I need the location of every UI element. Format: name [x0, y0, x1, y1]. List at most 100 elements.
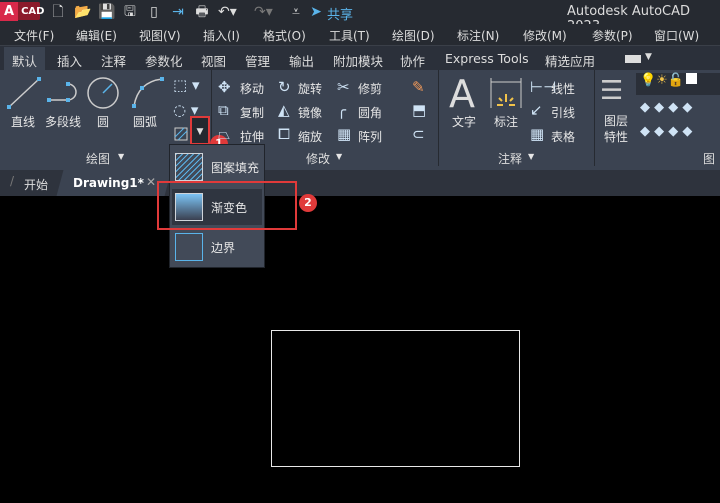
- divider: /: [10, 174, 15, 188]
- logo-sub: CAD: [21, 5, 45, 17]
- tool-fillet[interactable]: 圆角: [358, 104, 382, 121]
- leader-icon: ↙: [530, 101, 543, 119]
- menu-format[interactable]: 格式(O): [263, 27, 306, 44]
- print-icon[interactable]: 🖶: [194, 4, 210, 20]
- tool-line[interactable]: 直线: [11, 113, 35, 130]
- tab-express-tools[interactable]: Express Tools: [445, 51, 529, 66]
- open-folder-icon[interactable]: 📂: [74, 4, 91, 20]
- tool-copy[interactable]: 复制: [240, 104, 264, 121]
- menu-modify[interactable]: 修改(M): [523, 27, 567, 44]
- open-sheet-icon[interactable]: ▯: [146, 4, 162, 20]
- offset-icon[interactable]: ⊂: [412, 125, 425, 143]
- lightbulb-icon: 💡☀🔓: [640, 73, 685, 88]
- tool-dimension[interactable]: 标注: [494, 113, 518, 130]
- tool-layer-properties[interactable]: 图层特性: [604, 113, 630, 145]
- layer-dropdown[interactable]: 💡☀🔓: [636, 73, 720, 95]
- app-logo[interactable]: A CAD: [0, 1, 44, 21]
- tool-scale[interactable]: 缩放: [298, 128, 322, 145]
- menu-edit[interactable]: 编辑(E): [76, 27, 117, 44]
- color-swatch: [686, 73, 698, 84]
- tab-drawing1[interactable]: Drawing1*: [73, 176, 144, 190]
- tab-view[interactable]: 视图: [201, 51, 226, 70]
- tool-rotate[interactable]: 旋转: [298, 80, 322, 97]
- ribbon-minimize-button[interactable]: [625, 55, 641, 63]
- fillet-icon: ╭: [337, 101, 347, 119]
- line-icon: [7, 77, 41, 109]
- boundary-icon: [175, 233, 203, 261]
- panel-label-draw[interactable]: 绘图: [86, 150, 110, 167]
- layer-tools-icon[interactable]: ◆ ◆ ◆ ◆: [640, 100, 692, 115]
- tab-default[interactable]: 默认: [4, 47, 46, 70]
- tab-parametric[interactable]: 参数化: [145, 51, 183, 70]
- tab-manage[interactable]: 管理: [245, 51, 270, 70]
- highlight-box: [157, 181, 297, 230]
- save-as-icon[interactable]: 🖫: [122, 4, 138, 20]
- tool-polyline[interactable]: 多段线: [45, 113, 81, 130]
- tool-trim[interactable]: 修剪: [358, 80, 382, 97]
- tab-start[interactable]: 开始: [24, 176, 48, 193]
- save-icon[interactable]: 💾: [98, 4, 115, 20]
- tool-text[interactable]: 文字: [452, 113, 476, 130]
- menu-view[interactable]: 视图(V): [139, 27, 181, 44]
- tool-move[interactable]: 移动: [240, 80, 264, 97]
- title-bar: A CAD 🗋 📂 💾 🖫 ▯ ⇥ 🖶 ↶▾ ↷▾ ⩡ ➤ 共享 Autodesk…: [0, 0, 720, 34]
- tool-circle[interactable]: 圆: [97, 113, 109, 130]
- chevron-down-icon[interactable]: ▼: [528, 152, 534, 161]
- menu-tools[interactable]: 工具(T): [329, 27, 370, 44]
- import-icon[interactable]: ⇥: [170, 4, 186, 20]
- hatch-pattern-icon: [175, 153, 203, 181]
- close-icon[interactable]: ✕: [146, 175, 156, 189]
- tab-collaborate[interactable]: 协作: [400, 51, 425, 70]
- panel-label-annotation[interactable]: 注释: [498, 150, 522, 167]
- tool-stretch[interactable]: 拉伸: [240, 128, 264, 145]
- menu-file[interactable]: 文件(F): [14, 27, 54, 44]
- menu-draw[interactable]: 绘图(D): [392, 27, 435, 44]
- rotate-icon: ↻: [278, 78, 291, 96]
- menu-item-boundary[interactable]: 边界: [172, 229, 262, 265]
- rectangle-icon[interactable]: ⬚ ▾: [173, 76, 199, 94]
- hatch-dropdown-button[interactable]: ▼: [190, 116, 210, 145]
- label: 边界: [211, 240, 236, 255]
- menu-item-hatch[interactable]: 图案填充: [172, 149, 262, 185]
- chevron-down-icon[interactable]: ▼: [645, 52, 652, 62]
- drawn-rectangle[interactable]: [271, 330, 520, 467]
- menu-parameters[interactable]: 参数(P): [592, 27, 633, 44]
- menu-dimension[interactable]: 标注(N): [457, 27, 499, 44]
- menu-window[interactable]: 窗口(W): [654, 27, 699, 44]
- tab-featured-apps[interactable]: 精选应用: [545, 51, 595, 70]
- hatch-icon[interactable]: [172, 125, 190, 143]
- tool-linear[interactable]: 线性: [551, 80, 575, 97]
- layer-tools-icon[interactable]: ◆ ◆ ◆ ◆: [640, 124, 692, 139]
- layer-properties-icon: ☰: [600, 76, 624, 106]
- array-icon: ▦: [337, 125, 352, 143]
- tab-insert[interactable]: 插入: [57, 51, 82, 70]
- tab-addins[interactable]: 附加模块: [333, 51, 383, 70]
- table-icon: ▦: [530, 125, 545, 143]
- chevron-down-icon[interactable]: ▼: [336, 152, 342, 161]
- tab-annotate[interactable]: 注释: [101, 51, 126, 70]
- circle-icon: [87, 77, 119, 109]
- divider: [594, 70, 595, 166]
- chevron-down-icon[interactable]: ▼: [118, 152, 124, 161]
- label: 图案填充: [211, 160, 260, 175]
- quick-access-dropdown-icon[interactable]: ⩡: [288, 4, 304, 20]
- redo-icon[interactable]: ↷▾: [254, 4, 273, 20]
- explode-icon[interactable]: ⬒: [412, 101, 426, 119]
- logo-letter: A: [0, 1, 19, 21]
- tool-mirror[interactable]: 镜像: [298, 104, 322, 121]
- dimension-icon: [490, 78, 522, 108]
- copy-icon: ⧉: [218, 101, 229, 119]
- tool-arc[interactable]: 圆弧: [133, 113, 157, 130]
- panel-label-modify[interactable]: 修改: [306, 150, 330, 167]
- tool-leader[interactable]: 引线: [551, 104, 575, 121]
- tab-output[interactable]: 输出: [289, 51, 314, 70]
- tool-array[interactable]: 阵列: [358, 128, 382, 145]
- share-icon[interactable]: ➤: [308, 4, 324, 20]
- undo-icon[interactable]: ↶▾: [218, 4, 237, 20]
- scale-icon: ⧠: [278, 125, 291, 143]
- tool-table[interactable]: 表格: [551, 128, 575, 145]
- erase-icon[interactable]: ✎: [412, 78, 425, 96]
- share-button[interactable]: 共享: [327, 4, 353, 23]
- menu-insert[interactable]: 插入(I): [203, 27, 240, 44]
- new-file-icon[interactable]: 🗋: [50, 4, 66, 20]
